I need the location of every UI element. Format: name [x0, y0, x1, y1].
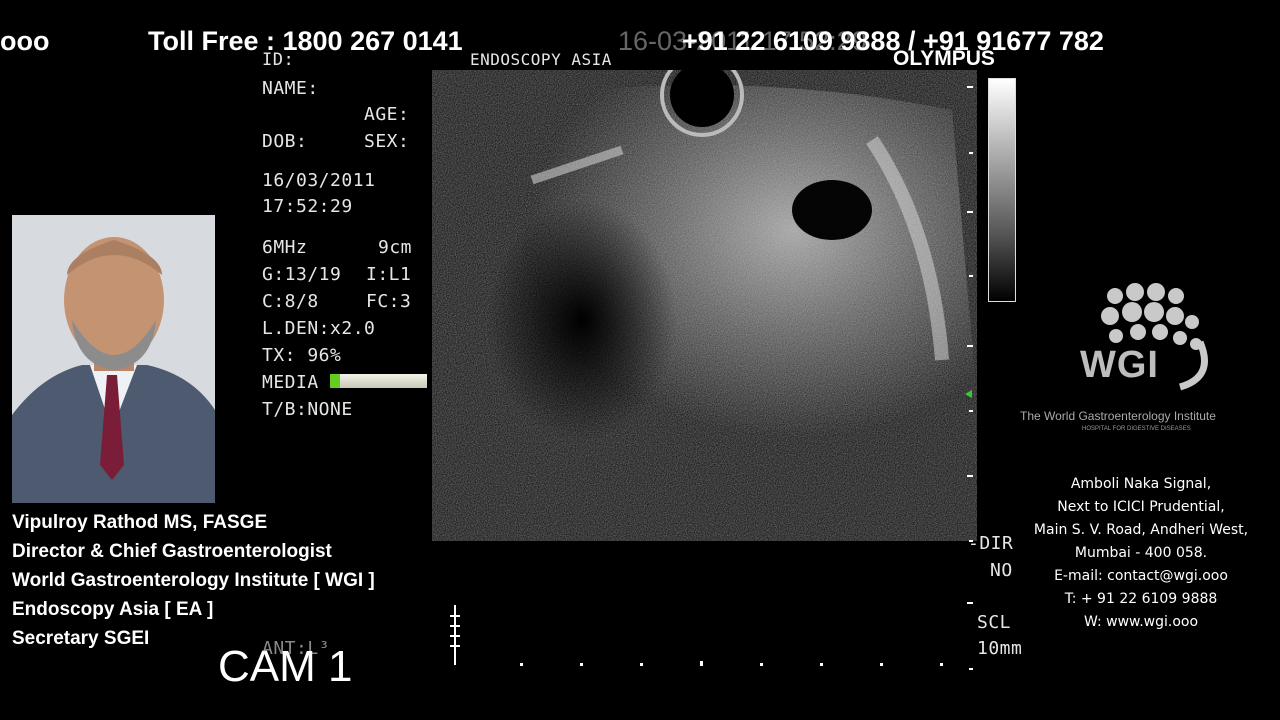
phone-line: T: + 91 22 6109 9888: [1064, 591, 1218, 607]
lateral-ruler: [450, 605, 943, 666]
scl-value: 10mm: [977, 638, 1023, 659]
presenter-name: Vipulroy Rathod MS, FASGE: [12, 512, 268, 533]
address-line: Main S. V. Road, Andheri West,: [1033, 522, 1249, 538]
media-progress-fill: [330, 374, 340, 388]
portrait-photo-icon: [12, 215, 215, 503]
frequency-value: 6MHz: [262, 237, 308, 258]
greyscale-bar: [988, 78, 1016, 302]
dir-value: NO: [990, 560, 1013, 581]
line-density-value: L.DEN:x2.0: [262, 318, 376, 339]
presenter-sgei: Secretary SGEI: [12, 628, 150, 649]
media-progress-bar: [330, 374, 427, 388]
toll-free-number: Toll Free : 1800 267 0141: [148, 26, 463, 56]
address-block: Amboli Naka Signal, Next to ICICI Pruden…: [1015, 473, 1267, 634]
media-label: MEDIA: [262, 372, 319, 393]
scl-label: SCL: [977, 612, 1012, 633]
i-value: I:L1: [366, 264, 412, 285]
contrast-value: C:8/8: [262, 291, 319, 312]
patient-sex-label: SEX:: [364, 131, 410, 152]
email-line: E-mail: contact@wgi.ooo: [1054, 568, 1228, 584]
gain-value: G:13/19: [262, 264, 342, 285]
wgi-logo: WGI The World Gastroenterology Institute…: [1020, 282, 1270, 437]
address-line: Amboli Naka Signal,: [1070, 476, 1212, 492]
wgi-logo-tagline: HOSPITAL FOR DIGESTIVE DISEASES: [1082, 426, 1191, 432]
patient-age-label: AGE:: [364, 104, 410, 125]
wgi-logo-name: The World Gastroenterology Institute: [1020, 409, 1216, 423]
website-line: W: www.wgi.ooo: [1083, 614, 1199, 630]
ultrasound-image: [432, 70, 977, 610]
scan-time: 17:52:29: [262, 196, 353, 217]
address-line: Mumbai - 400 058.: [1074, 545, 1208, 561]
wgi-logo-letters: WGI: [1080, 344, 1159, 386]
fc-value: FC:3: [366, 291, 412, 312]
presenter-bio: Vipulroy Rathod MS, FASGE Director & Chi…: [12, 508, 375, 653]
scan-date: 16/03/2011: [262, 170, 376, 191]
patient-dob-label: DOB:: [262, 131, 308, 152]
contact-ticker: ooo Toll Free : 1800 267 0141 16-03-2011…: [0, 26, 1280, 62]
ticker-left-fragment: ooo: [0, 26, 50, 56]
presenter-title: Director & Chief Gastroenterologist: [12, 541, 332, 562]
tx-value: TX: 96%: [262, 345, 342, 366]
presenter-photo: [12, 215, 215, 503]
presenter-endoscopy-asia: Endoscopy Asia [ EA ]: [12, 599, 214, 620]
address-line: Next to ICICI Prudential,: [1057, 499, 1225, 515]
presenter-institute: World Gastroenterology Institute [ WGI ]: [12, 570, 375, 591]
ultrasound-texture: [432, 70, 977, 610]
dir-label: -DIR: [968, 533, 1014, 554]
depth-value: 9cm: [378, 237, 413, 258]
phone-numbers: +91 22 6109 9888 / +91 91677 782: [682, 26, 1104, 56]
depth-ruler: [965, 86, 973, 670]
tb-value: T/B:NONE: [262, 399, 353, 420]
patient-name-label: NAME:: [262, 78, 319, 99]
